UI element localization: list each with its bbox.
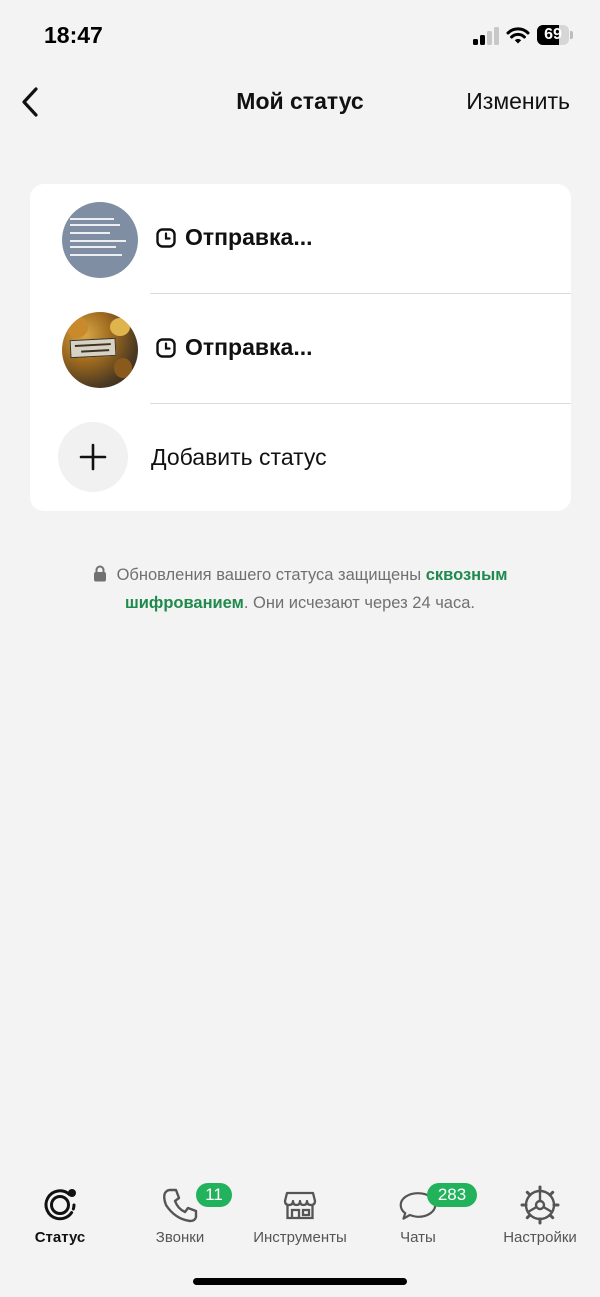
status-thumbnail [62, 312, 138, 388]
add-status-button[interactable]: Добавить статус [30, 404, 571, 511]
encryption-info: Обновления вашего статуса защищены сквоз… [60, 561, 540, 617]
wifi-icon [506, 25, 530, 45]
nav-header: Мой статус Изменить [0, 78, 600, 126]
tab-label: Чаты [400, 1229, 436, 1246]
tab-settings[interactable]: Настройки [496, 1176, 584, 1256]
tab-label: Настройки [503, 1229, 577, 1246]
status-item[interactable]: Отправка... [30, 294, 571, 404]
add-status-label: Добавить статус [151, 444, 327, 470]
clock-icon [156, 227, 176, 248]
clock-time: 18:47 [44, 22, 103, 48]
add-status-circle [58, 422, 128, 492]
status-icon [40, 1185, 80, 1225]
info-text-after: . Они исчезают через 24 часа. [243, 594, 475, 612]
calls-badge: 11 [196, 1183, 232, 1207]
tab-status[interactable]: Статус [20, 1176, 100, 1256]
info-text-before: Обновления вашего статуса защищены [116, 566, 422, 584]
tab-label: Статус [34, 1229, 86, 1246]
battery-icon: 69 [537, 25, 573, 45]
tab-label: Инструменты [253, 1229, 347, 1246]
tab-bar: Статус Звонки 11 Инструменты Чаты 283 На… [0, 1176, 600, 1256]
store-icon [280, 1185, 320, 1225]
chats-badge: 283 [427, 1183, 477, 1207]
home-indicator [193, 1278, 407, 1285]
tab-label: Звонки [155, 1229, 205, 1246]
status-sending-label: Отправка... [156, 224, 313, 251]
status-thumbnail [62, 202, 138, 278]
status-text: Отправка... [185, 224, 313, 250]
status-sending-label: Отправка... [156, 334, 313, 361]
plus-icon [79, 443, 107, 471]
cellular-signal-icon [473, 27, 499, 45]
clock-icon [156, 337, 176, 358]
my-status-list: Отправка... Отправка... Добавить статус [30, 184, 571, 511]
settings-icon [520, 1185, 560, 1225]
phone-icon [160, 1185, 200, 1225]
edit-button[interactable]: Изменить [466, 88, 570, 115]
tab-tools[interactable]: Инструменты [244, 1176, 356, 1256]
lock-icon [93, 565, 106, 582]
status-bar: 18:47 69 [0, 0, 600, 70]
battery-percent: 69 [544, 26, 562, 43]
status-item[interactable]: Отправка... [30, 184, 571, 294]
status-text: Отправка... [185, 334, 313, 360]
